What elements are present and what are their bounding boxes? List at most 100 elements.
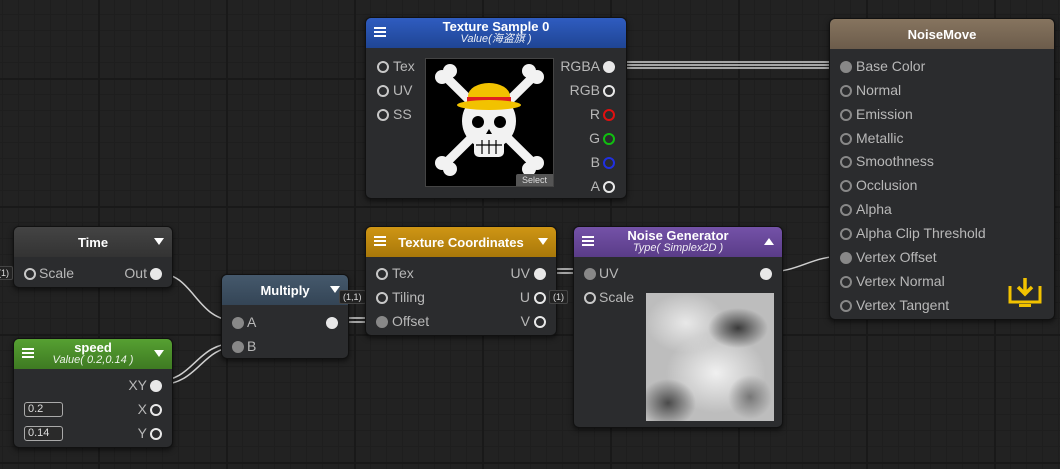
out-output-pin[interactable] — [150, 268, 162, 280]
port-label-vertex-normal: Vertex Normal — [856, 273, 945, 289]
node-title: speed — [74, 340, 112, 355]
noise-scale-default-tag: (1) — [549, 290, 568, 304]
y-value-field[interactable]: 0.14 — [24, 426, 63, 441]
node-title: Time — [77, 234, 109, 250]
download-tray-icon[interactable] — [1007, 276, 1043, 308]
input-label-tex: Tex — [392, 265, 414, 281]
x-output-pin[interactable] — [150, 404, 162, 416]
output-label-u: U — [519, 289, 530, 305]
v-output-pin[interactable] — [534, 316, 546, 328]
smoothness-pin[interactable] — [840, 156, 852, 168]
alpha-clip-pin[interactable] — [840, 228, 852, 240]
output-label-rgba: RGBA — [560, 58, 600, 74]
vertex-tangent-pin[interactable] — [840, 300, 852, 312]
expand-arrow-icon[interactable] — [764, 238, 774, 245]
b-input-pin[interactable] — [232, 341, 244, 353]
noise-move-header[interactable]: NoiseMove — [830, 19, 1054, 49]
normal-pin[interactable] — [840, 85, 852, 97]
speed-header[interactable]: speed Value( 0.2,0.14 ) — [14, 339, 172, 369]
metallic-pin[interactable] — [840, 133, 852, 145]
x-value-field[interactable]: 0.2 — [24, 402, 63, 417]
texture-coordinates-header[interactable]: Texture Coordinates — [366, 227, 556, 257]
port-label-alpha: Alpha — [856, 201, 892, 217]
uv-output-pin[interactable] — [534, 268, 546, 280]
u-output-pin[interactable] — [534, 292, 546, 304]
xy-output-pin[interactable] — [150, 380, 162, 392]
b-output-pin[interactable] — [603, 157, 615, 169]
y-output-pin[interactable] — [150, 428, 162, 440]
g-output-pin[interactable] — [603, 133, 615, 145]
multiply-output-pin[interactable] — [326, 317, 338, 329]
texture-sample-node[interactable]: Texture Sample 0 Value(海盗旗 ) Tex UV SS S… — [365, 17, 627, 199]
collapse-arrow-icon[interactable] — [538, 238, 548, 245]
input-label-a: A — [247, 314, 257, 330]
a-output-pin[interactable] — [603, 181, 615, 193]
r-output-pin[interactable] — [603, 109, 615, 121]
texture-preview[interactable]: Select — [425, 58, 554, 187]
alpha-pin[interactable] — [840, 204, 852, 216]
input-label-uv: UV — [393, 82, 413, 98]
port-label-emission: Emission — [856, 106, 913, 122]
menu-icon[interactable] — [582, 236, 594, 246]
ss-input-pin[interactable] — [377, 109, 389, 121]
noise-output-pin[interactable] — [760, 268, 772, 280]
node-subtitle: Value(海盗旗 ) — [460, 33, 532, 45]
output-label-r: R — [589, 106, 600, 122]
port-label-vertex-offset: Vertex Offset — [856, 249, 937, 265]
output-label-a: A — [590, 178, 600, 194]
multiply-node[interactable]: Multiply A B — [221, 274, 349, 359]
occlusion-pin[interactable] — [840, 180, 852, 192]
output-label-out: Out — [124, 265, 147, 281]
collapse-arrow-icon[interactable] — [154, 350, 164, 357]
menu-icon[interactable] — [374, 236, 386, 246]
output-label-v: V — [520, 313, 530, 329]
noise-move-node[interactable]: NoiseMove Base Color Normal Emission Met… — [829, 18, 1055, 320]
tex-input-pin[interactable] — [377, 61, 389, 73]
node-subtitle: Value( 0.2,0.14 ) — [52, 354, 134, 366]
scale-input-pin[interactable] — [584, 292, 596, 304]
node-title: Texture Sample 0 — [442, 19, 550, 34]
port-label-metallic: Metallic — [856, 130, 904, 146]
texture-sample-header[interactable]: Texture Sample 0 Value(海盗旗 ) — [366, 18, 626, 48]
time-header[interactable]: Time — [14, 227, 172, 257]
rgba-output-pin[interactable] — [603, 61, 615, 73]
output-label-uv: UV — [510, 265, 530, 281]
rgb-output-pin[interactable] — [603, 85, 615, 97]
port-label-normal: Normal — [856, 82, 902, 98]
input-label-tex: Tex — [393, 58, 415, 74]
time-node[interactable]: Time Scale Out — [13, 226, 173, 288]
output-label-b: B — [590, 154, 600, 170]
noise-generator-node[interactable]: Noise Generator Type( Simplex2D ) UV Sca… — [573, 226, 783, 428]
node-title: Multiply — [260, 282, 310, 298]
output-label-x: X — [137, 401, 147, 417]
emission-pin[interactable] — [840, 109, 852, 121]
base-color-pin[interactable] — [840, 61, 852, 73]
output-label-g: G — [589, 130, 600, 146]
input-label-uv: UV — [599, 265, 619, 281]
noise-generator-header[interactable]: Noise Generator Type( Simplex2D ) — [574, 227, 782, 257]
output-label-rgb: RGB — [569, 82, 600, 98]
speed-node[interactable]: speed Value( 0.2,0.14 ) XY 0.2 X 0.14 Y — [13, 338, 173, 448]
collapse-arrow-icon[interactable] — [154, 238, 164, 245]
port-label-base-color: Base Color — [856, 58, 926, 74]
scale-default-tag: (1) — [0, 266, 13, 280]
noise-preview[interactable] — [646, 293, 774, 421]
vertex-normal-pin[interactable] — [840, 276, 852, 288]
vertex-offset-pin[interactable] — [840, 252, 852, 264]
select-button[interactable]: Select — [515, 174, 553, 186]
a-input-pin[interactable] — [232, 317, 244, 329]
menu-icon[interactable] — [22, 348, 34, 358]
scale-input-pin[interactable] — [24, 268, 36, 280]
port-label-occlusion: Occlusion — [856, 177, 918, 193]
jolly-roger-image — [435, 64, 544, 176]
offset-input-pin[interactable] — [376, 316, 388, 328]
tiling-input-pin[interactable] — [376, 292, 388, 304]
texture-coordinates-node[interactable]: Texture Coordinates Tex Tiling Offset UV… — [365, 226, 557, 336]
uv-input-pin[interactable] — [584, 268, 596, 280]
port-label-alpha-clip: Alpha Clip Threshold — [856, 225, 986, 241]
multiply-header[interactable]: Multiply — [222, 275, 348, 305]
input-label-tiling: Tiling — [392, 289, 425, 305]
uv-input-pin[interactable] — [377, 85, 389, 97]
tex-input-pin[interactable] — [376, 268, 388, 280]
menu-icon[interactable] — [374, 27, 386, 37]
